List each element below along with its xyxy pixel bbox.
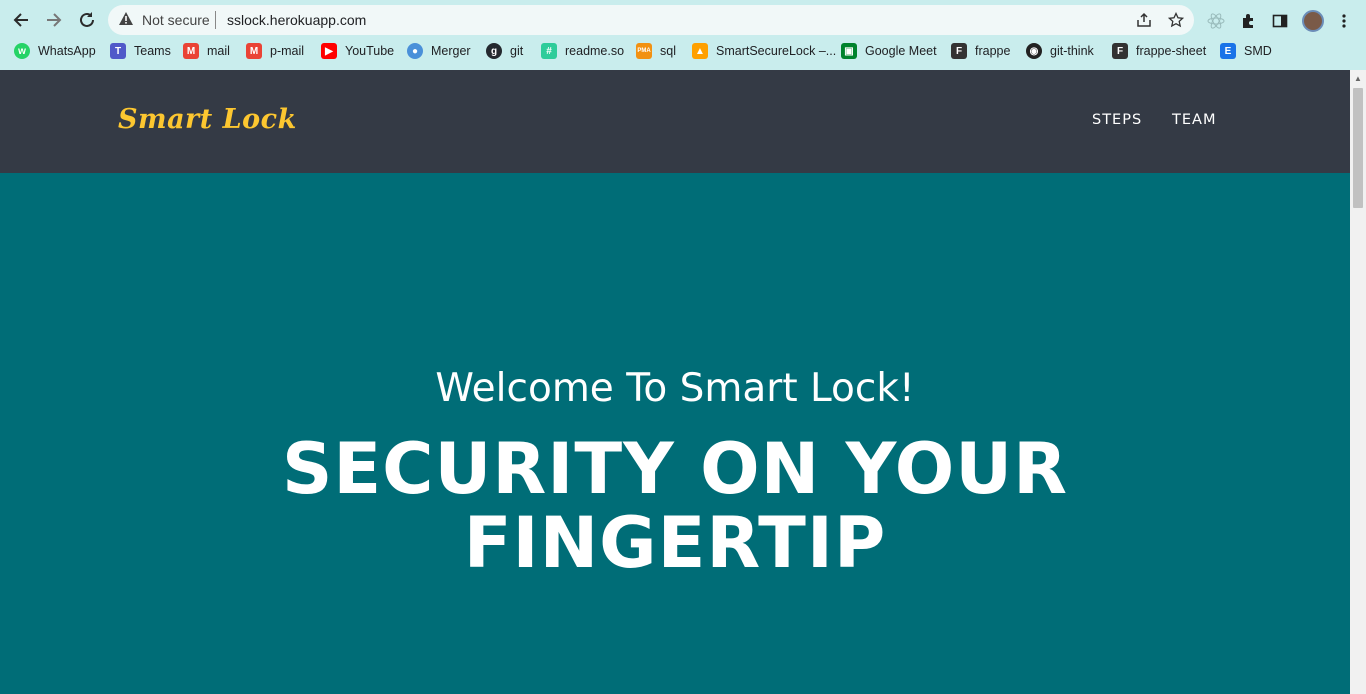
- bookmarks-bar: w WhatsApp T Teams Mmail Mp-mail ▶ YouTube …: [0, 40, 1366, 62]
- profile-avatar[interactable]: [1302, 10, 1324, 32]
- reload-icon[interactable]: [75, 8, 99, 32]
- browser-chrome: Not secure sslock.herokuapp.com w WhatsAp…: [0, 0, 1366, 70]
- bookmark-mail[interactable]: Mmail: [183, 40, 230, 62]
- back-arrow-icon[interactable]: [9, 8, 33, 32]
- bookmark-git-think[interactable]: ◉ git-think: [1026, 40, 1094, 62]
- extensions-puzzle-icon[interactable]: [1238, 11, 1258, 31]
- google-meet-icon: ▣: [841, 43, 857, 59]
- bookmark-git[interactable]: g git: [486, 40, 523, 62]
- gmail-icon: M: [246, 43, 262, 59]
- youtube-icon: ▶: [321, 43, 337, 59]
- forward-arrow-icon[interactable]: [42, 8, 66, 32]
- site-navbar: Smart Lock STEPS TEAM: [0, 70, 1350, 173]
- frappe-icon: F: [1112, 43, 1128, 59]
- address-bar[interactable]: Not secure sslock.herokuapp.com: [108, 5, 1194, 35]
- bookmark-merger[interactable]: ● Merger: [407, 40, 471, 62]
- merger-icon: ●: [407, 43, 423, 59]
- brand-logo[interactable]: Smart Lock: [118, 104, 297, 135]
- side-panel-icon[interactable]: [1270, 11, 1290, 31]
- vertical-scrollbar[interactable]: ▲: [1350, 70, 1366, 694]
- hero-title: SECURITY ON YOUR FINGERTIP: [0, 432, 1350, 580]
- phpmyadmin-icon: PMA: [636, 43, 652, 59]
- bookmark-p-mail[interactable]: Mp-mail: [246, 40, 304, 62]
- react-devtools-icon[interactable]: [1206, 11, 1226, 31]
- teams-icon: T: [110, 43, 126, 59]
- frappe-icon: F: [951, 43, 967, 59]
- bookmark-sql[interactable]: PMA sql: [636, 40, 676, 62]
- bookmark-frappe[interactable]: Ffrappe: [951, 40, 1010, 62]
- omnibox-divider: [215, 11, 216, 29]
- bookmark-frappe-sheet[interactable]: Ffrappe-sheet: [1112, 40, 1206, 62]
- menu-kebab-icon[interactable]: [1334, 11, 1354, 31]
- gmail-icon: M: [183, 43, 199, 59]
- bookmark-whatsapp[interactable]: w WhatsApp: [14, 40, 96, 62]
- nav-link-steps[interactable]: STEPS: [1092, 112, 1142, 128]
- share-icon[interactable]: [1134, 10, 1154, 30]
- url-text[interactable]: sslock.herokuapp.com: [227, 12, 366, 28]
- hero-title-line-1: SECURITY ON YOUR: [281, 428, 1069, 510]
- scroll-thumb[interactable]: [1353, 88, 1363, 208]
- firebase-icon: ▲: [692, 43, 708, 59]
- hero-subtitle: Welcome To Smart Lock!: [435, 366, 915, 411]
- warning-triangle-icon[interactable]: [118, 11, 134, 27]
- page-viewport: Smart Lock STEPS TEAM Welcome To Smart L…: [0, 70, 1350, 694]
- security-label[interactable]: Not secure: [142, 12, 210, 28]
- nav-link-team[interactable]: TEAM: [1172, 112, 1216, 128]
- whatsapp-icon: w: [14, 43, 30, 59]
- bookmark-youtube[interactable]: ▶ YouTube: [321, 40, 394, 62]
- bookmark-star-icon[interactable]: [1166, 10, 1186, 30]
- browser-toolbar: Not secure sslock.herokuapp.com: [0, 3, 1366, 37]
- bookmark-readme[interactable]: # readme.so: [541, 40, 624, 62]
- bookmark-google-meet[interactable]: ▣ Google Meet: [841, 40, 937, 62]
- globe-icon: ◉: [1026, 43, 1042, 59]
- github-icon: g: [486, 43, 502, 59]
- readme-icon: #: [541, 43, 557, 59]
- bookmark-smartsecurelock[interactable]: ▲ SmartSecureLock –...: [692, 40, 836, 62]
- hero-title-line-2: FINGERTIP: [463, 502, 887, 584]
- smd-icon: E: [1220, 43, 1236, 59]
- bookmark-teams[interactable]: T Teams: [110, 40, 171, 62]
- bookmark-smd[interactable]: E SMD: [1220, 40, 1272, 62]
- scroll-up-arrow-icon[interactable]: ▲: [1350, 70, 1366, 86]
